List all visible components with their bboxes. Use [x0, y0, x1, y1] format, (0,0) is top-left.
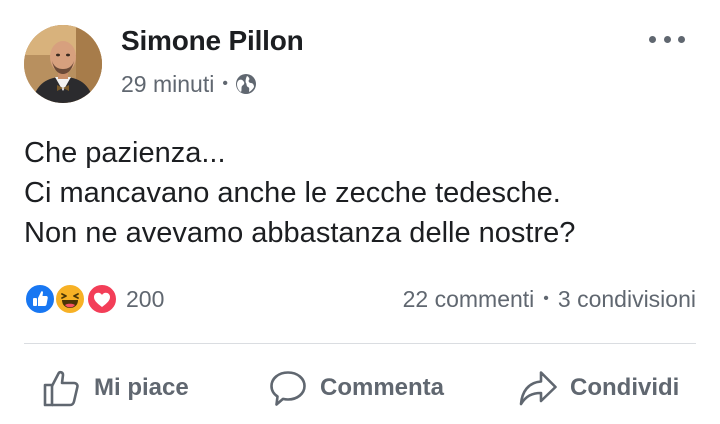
comments-count[interactable]: 22 commenti	[403, 286, 535, 313]
love-reaction-icon	[86, 283, 118, 315]
more-dot	[663, 35, 671, 43]
post-text-line: Che pazienza...	[24, 137, 226, 169]
comment-label: Commenta	[320, 374, 445, 401]
globe-icon[interactable]	[235, 73, 257, 95]
post-actions: Mi piace Commenta Condividi	[0, 362, 720, 414]
post-text: Che pazienza... Ci mancavano anche le ze…	[24, 133, 694, 253]
comment-icon	[268, 368, 308, 408]
more-options-icon[interactable]	[649, 30, 685, 48]
divider	[24, 343, 696, 344]
haha-reaction-icon	[54, 283, 86, 315]
like-reaction-icon	[24, 283, 56, 315]
post-text-line: Ci mancavano anche le zecche tedesche.	[24, 177, 561, 209]
post-meta: 29 minuti •	[121, 69, 257, 99]
author-name[interactable]: Simone Pillon	[121, 25, 304, 57]
post-text-line: Non ne avevamo abbastanza delle nostre?	[24, 217, 576, 249]
comment-button[interactable]: Commenta	[268, 362, 444, 414]
reaction-count: 200	[126, 285, 165, 312]
more-dot	[678, 35, 685, 43]
author-avatar[interactable]	[24, 25, 102, 103]
thumbs-up-icon	[42, 368, 82, 408]
shares-count[interactable]: 3 condivisioni	[558, 286, 696, 313]
share-icon	[518, 368, 558, 408]
like-label: Mi piace	[94, 374, 189, 401]
counts-separator: •	[543, 290, 549, 307]
engagement-counts: 22 commenti • 3 condivisioni	[403, 283, 696, 315]
meta-separator: •	[222, 75, 228, 92]
like-button[interactable]: Mi piace	[42, 362, 189, 414]
more-dot	[649, 35, 656, 43]
post-time[interactable]: 29 minuti	[121, 71, 214, 98]
reactions-summary[interactable]: 200	[24, 283, 164, 315]
share-button[interactable]: Condividi	[518, 362, 679, 414]
reaction-icons	[24, 283, 122, 315]
facebook-post: Simone Pillon 29 minuti • Che pazienza..…	[0, 0, 720, 424]
share-label: Condividi	[570, 374, 680, 401]
